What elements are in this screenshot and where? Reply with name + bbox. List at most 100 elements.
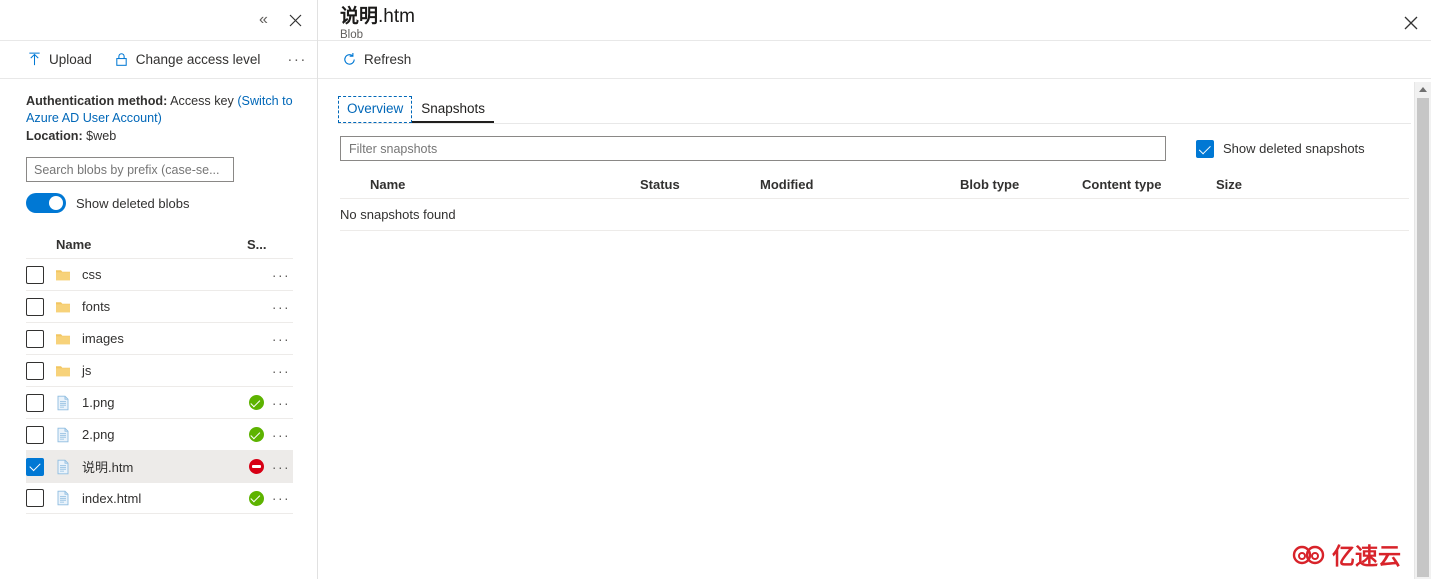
scroll-up-arrow-icon[interactable] (1415, 82, 1431, 96)
blob-list-table: Name S... css ··· fonts ··· images ··· js ··· 1.… (0, 230, 317, 514)
authentication-method-value: Access key (170, 94, 234, 108)
folder-icon (55, 267, 77, 283)
table-row[interactable]: js ··· (26, 354, 293, 386)
row-checkbox[interactable] (26, 329, 44, 348)
vertical-scrollbar[interactable] (1414, 82, 1431, 579)
upload-label: Upload (49, 52, 92, 67)
file-glyph (57, 490, 69, 506)
folder-icon (55, 299, 77, 315)
file-icon (55, 427, 77, 443)
row-status (243, 490, 269, 506)
refresh-button[interactable]: Refresh (340, 48, 421, 71)
blob-detail-panel: 说明.htm Blob Refresh Overview Snapshots F… (318, 0, 1431, 579)
row-more-icon[interactable]: ··· (269, 364, 293, 378)
row-checkbox[interactable] (26, 393, 44, 412)
row-checkbox[interactable] (26, 457, 44, 476)
chevron-double-left-icon[interactable]: « (247, 4, 279, 36)
file-glyph (57, 427, 69, 442)
tab-overview[interactable]: Overview (338, 96, 413, 123)
table-row[interactable]: index.html ··· (26, 482, 293, 514)
tab-snapshots[interactable]: Snapshots (412, 96, 494, 123)
scroll-up-arrow-glyph (1419, 86, 1427, 92)
row-more-icon[interactable]: ··· (269, 460, 293, 474)
column-header-name[interactable]: Name (340, 177, 640, 192)
show-deleted-blobs-row[interactable]: Show deleted blobs (26, 193, 293, 213)
column-header-size[interactable]: Size (1216, 177, 1316, 192)
row-more-icon[interactable]: ··· (269, 428, 293, 442)
blob-detail-toolbar: Refresh (318, 41, 1431, 79)
row-name[interactable]: css (77, 267, 243, 282)
row-name[interactable]: images (77, 331, 243, 346)
file-icon (55, 395, 77, 411)
folder-glyph (56, 333, 70, 344)
status-badge-active (248, 395, 264, 410)
table-row[interactable]: images ··· (26, 322, 293, 354)
detail-tabs: Overview Snapshots (318, 87, 1431, 123)
column-header-status[interactable]: S... (247, 237, 293, 252)
filter-row: Show deleted snapshots (318, 124, 1431, 161)
folder-glyph (56, 365, 70, 376)
row-more-icon[interactable]: ··· (269, 491, 293, 505)
row-name[interactable]: 说明.htm (77, 457, 243, 476)
row-name[interactable]: 1.png (77, 395, 243, 410)
location-row: Location: $web (26, 128, 293, 145)
file-glyph (57, 459, 69, 474)
close-icon[interactable] (1395, 7, 1427, 39)
column-header-blob-type[interactable]: Blob type (960, 177, 1082, 192)
snapshots-table: Name Status Modified Blob type Content type S… (340, 171, 1409, 231)
row-checkbox[interactable] (26, 361, 44, 380)
refresh-label: Refresh (364, 52, 412, 67)
table-row[interactable]: 说明.htm ··· (26, 450, 293, 482)
row-more-icon[interactable]: ··· (269, 332, 293, 346)
close-glyph (289, 14, 301, 26)
toggle-knob (49, 196, 63, 210)
row-name[interactable]: index.html (77, 491, 243, 506)
status-badge-deleted (248, 459, 264, 474)
filter-snapshots-input[interactable] (340, 136, 1166, 161)
row-more-icon[interactable]: ··· (269, 268, 293, 282)
table-row[interactable]: css ··· (26, 258, 293, 290)
row-status (243, 395, 269, 410)
file-icon (55, 459, 77, 475)
show-deleted-blobs-toggle[interactable] (26, 193, 66, 213)
folder-icon (55, 331, 77, 347)
left-panel-body: Authentication method: Access key (Switc… (0, 79, 317, 213)
table-row[interactable]: 2.png ··· (26, 418, 293, 450)
table-row[interactable]: 1.png ··· (26, 386, 293, 418)
folder-icon (55, 363, 77, 379)
authentication-method: Authentication method: Access key (Switc… (26, 93, 293, 127)
more-commands-icon[interactable]: ··· (280, 49, 314, 70)
show-deleted-snapshots-label: Show deleted snapshots (1223, 141, 1365, 156)
storage-explorer-window: « Upload Change access level ··· Authent… (0, 0, 1431, 579)
refresh-icon (342, 52, 357, 67)
show-deleted-snapshots-row[interactable]: Show deleted snapshots (1196, 139, 1365, 158)
row-checkbox[interactable] (26, 297, 44, 316)
status-badge-active (248, 490, 264, 506)
upload-button[interactable]: Upload (25, 48, 102, 71)
snapshots-table-header: Name Status Modified Blob type Content type S… (340, 171, 1409, 199)
blob-title-block: 说明.htm Blob (340, 5, 415, 41)
close-icon[interactable] (279, 4, 311, 36)
close-glyph (1404, 16, 1418, 30)
row-checkbox[interactable] (26, 489, 44, 507)
row-name[interactable]: fonts (77, 299, 243, 314)
lock-icon (114, 52, 129, 67)
row-checkbox[interactable] (26, 425, 44, 444)
row-more-icon[interactable]: ··· (269, 300, 293, 314)
row-name[interactable]: 2.png (77, 427, 243, 442)
column-header-content-type[interactable]: Content type (1082, 177, 1216, 192)
show-deleted-snapshots-checkbox[interactable] (1196, 139, 1214, 158)
row-more-icon[interactable]: ··· (269, 396, 293, 410)
search-blobs-input[interactable] (26, 157, 234, 182)
change-access-level-button[interactable]: Change access level (112, 48, 271, 71)
row-checkbox[interactable] (26, 265, 44, 284)
blob-table-body: css ··· fonts ··· images ··· js ··· 1.png ··· 2.pn… (26, 258, 293, 514)
row-name[interactable]: js (77, 363, 243, 378)
column-header-name[interactable]: Name (26, 237, 247, 252)
location-label: Location: (26, 129, 83, 143)
table-row[interactable]: fonts ··· (26, 290, 293, 322)
scrollbar-thumb[interactable] (1417, 98, 1429, 577)
change-access-level-label: Change access level (135, 52, 261, 67)
column-header-status[interactable]: Status (640, 177, 760, 192)
column-header-modified[interactable]: Modified (760, 177, 960, 192)
